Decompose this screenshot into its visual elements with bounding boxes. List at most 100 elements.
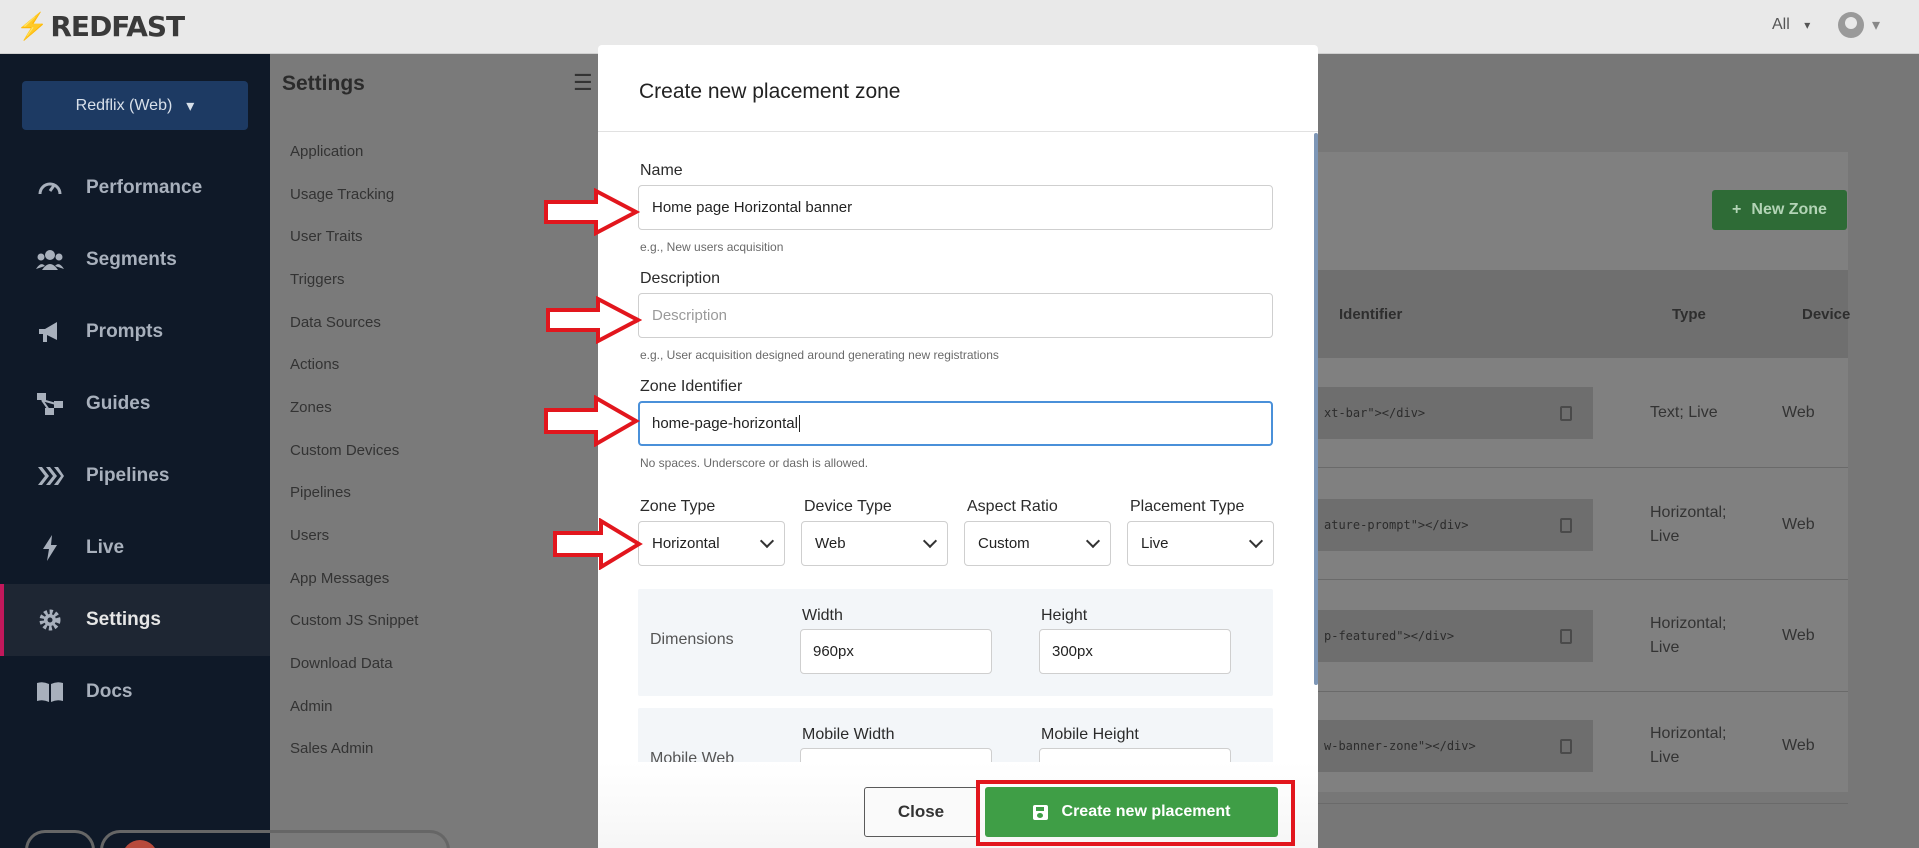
placement-type-select[interactable]: Live (1127, 521, 1274, 566)
placement-type-value: Live (1141, 535, 1169, 552)
height-label: Height (1041, 607, 1088, 624)
redfast-logo[interactable]: ⚡ REDFAST (16, 10, 185, 43)
app-selector[interactable]: Redflix (Web) ▾ (22, 81, 248, 130)
sidebar-item-prompts[interactable]: Prompts (0, 296, 270, 368)
new-zone-label: New Zone (1751, 201, 1827, 218)
width-input[interactable]: 960px (800, 629, 992, 674)
sidebar-item-label: Docs (86, 681, 133, 702)
app-selector-label: Redflix (Web) (75, 96, 173, 114)
book-icon (36, 678, 64, 706)
device-cell: Web (1782, 627, 1815, 644)
settings-link-custom-js-snippet[interactable]: Custom JS Snippet (290, 600, 418, 643)
annotation-arrow-icon (553, 518, 643, 570)
column-header-type: Type (1672, 306, 1706, 323)
name-input[interactable]: Home page Horizontal banner (638, 185, 1273, 230)
settings-link-zones[interactable]: Zones (290, 386, 418, 429)
new-zone-button[interactable]: + New Zone (1712, 190, 1847, 230)
device-type-select[interactable]: Web (801, 521, 948, 566)
settings-link-admin[interactable]: Admin (290, 685, 418, 728)
settings-link-pipelines[interactable]: Pipelines (290, 472, 418, 515)
chevron-down-icon: ▾ (1804, 18, 1811, 32)
sidebar-item-label: Live (86, 537, 125, 558)
type-cell: Horizontal; Live (1650, 504, 1727, 545)
gear-icon (36, 606, 64, 634)
identifier-code: ature-prompt"></div> (1318, 499, 1593, 551)
zone-identifier-label: Zone Identifier (640, 378, 743, 395)
sidebar-item-label: Settings (86, 609, 161, 630)
collapse-menu-icon[interactable]: ☰ (573, 70, 593, 96)
sidebar-item-settings[interactable]: Settings (0, 584, 270, 656)
sidebar-item-live[interactable]: Live (0, 512, 270, 584)
sidebar-item-guides[interactable]: Guides (0, 368, 270, 440)
bolt-logo-icon: ⚡ (16, 11, 49, 41)
identifier-code: w-banner-zone"></div> (1318, 720, 1593, 772)
filter-dropdown[interactable]: All ▾ (1772, 16, 1810, 34)
settings-link-custom-devices[interactable]: Custom Devices (290, 429, 418, 472)
width-label: Width (802, 607, 843, 624)
aspect-ratio-value: Custom (978, 535, 1030, 552)
placement-type-label: Placement Type (1130, 498, 1245, 515)
sidebar-nav: Performance Segments Prompts Guides Pipe… (0, 152, 270, 728)
copy-icon[interactable] (1560, 406, 1572, 421)
sidebar-item-pipelines[interactable]: Pipelines (0, 440, 270, 512)
device-cell: Web (1782, 516, 1815, 533)
settings-link-sales-admin[interactable]: Sales Admin (290, 728, 418, 771)
zone-identifier-hint: No spaces. Underscore or dash is allowed… (640, 456, 869, 470)
annotation-arrow-icon (546, 296, 642, 344)
settings-link-user-traits[interactable]: User Traits (290, 215, 418, 258)
identifier-code: p-featured"></div> (1318, 610, 1593, 662)
zone-type-select[interactable]: Horizontal (638, 521, 785, 566)
logo-text: REDFAST (50, 10, 185, 43)
chevron-down-icon (1085, 533, 1101, 549)
type-cell: Text; Live (1650, 404, 1718, 421)
close-button[interactable]: Close (864, 787, 978, 837)
user-avatar-icon (1838, 12, 1864, 38)
settings-link-usage-tracking[interactable]: Usage Tracking (290, 173, 418, 216)
sidebar-item-label: Performance (86, 177, 203, 198)
sidebar-item-segments[interactable]: Segments (0, 224, 270, 296)
aspect-ratio-select[interactable]: Custom (964, 521, 1111, 566)
chat-widget[interactable] (25, 830, 95, 848)
height-input[interactable]: 300px (1039, 629, 1231, 674)
settings-link-application[interactable]: Application (290, 130, 418, 173)
description-input[interactable]: Description (638, 293, 1273, 338)
settings-link-actions[interactable]: Actions (290, 343, 418, 386)
copy-icon[interactable] (1560, 518, 1572, 533)
chevron-down-icon (922, 533, 938, 549)
sidebar-item-label: Prompts (86, 321, 164, 342)
megaphone-icon (36, 318, 64, 346)
settings-link-download-data[interactable]: Download Data (290, 642, 418, 685)
description-hint: e.g., User acquisition designed around g… (640, 348, 999, 362)
settings-link-triggers[interactable]: Triggers (290, 258, 418, 301)
chevron-down-icon: ▾ (186, 97, 195, 115)
text-cursor (798, 415, 800, 432)
sidebar: Redflix (Web) ▾ Performance Segments Pro… (0, 54, 270, 848)
name-label: Name (640, 162, 683, 179)
zone-identifier-value: home-page-horizontal (652, 415, 798, 432)
sidebar-item-performance[interactable]: Performance (0, 152, 270, 224)
plus-icon: + (1732, 201, 1742, 218)
settings-menu: Application Usage Tracking User Traits T… (290, 130, 418, 770)
users-icon (36, 246, 64, 274)
settings-link-users[interactable]: Users (290, 514, 418, 557)
sidebar-item-docs[interactable]: Docs (0, 656, 270, 728)
settings-link-app-messages[interactable]: App Messages (290, 557, 418, 600)
modal-scrollbar[interactable] (1314, 133, 1318, 685)
dimensions-label: Dimensions (650, 631, 734, 648)
aspect-ratio-label: Aspect Ratio (967, 498, 1058, 515)
zone-identifier-input[interactable]: home-page-horizontal (638, 401, 1273, 446)
type-cell: Horizontal; Live (1650, 725, 1727, 766)
description-label: Description (640, 270, 721, 287)
chevron-down-icon (759, 533, 775, 549)
copy-icon[interactable] (1560, 739, 1572, 754)
chevron-down-icon: ▾ (1872, 17, 1881, 34)
user-menu[interactable]: ▾ (1838, 12, 1880, 38)
settings-link-data-sources[interactable]: Data Sources (290, 301, 418, 344)
device-type-value: Web (815, 535, 846, 552)
copy-icon[interactable] (1560, 629, 1572, 644)
sidebar-item-label: Guides (86, 393, 151, 414)
modal-title: Create new placement zone (639, 80, 901, 103)
name-hint: e.g., New users acquisition (640, 240, 784, 254)
bolt-icon (36, 534, 64, 562)
chevron-down-icon (1248, 533, 1264, 549)
